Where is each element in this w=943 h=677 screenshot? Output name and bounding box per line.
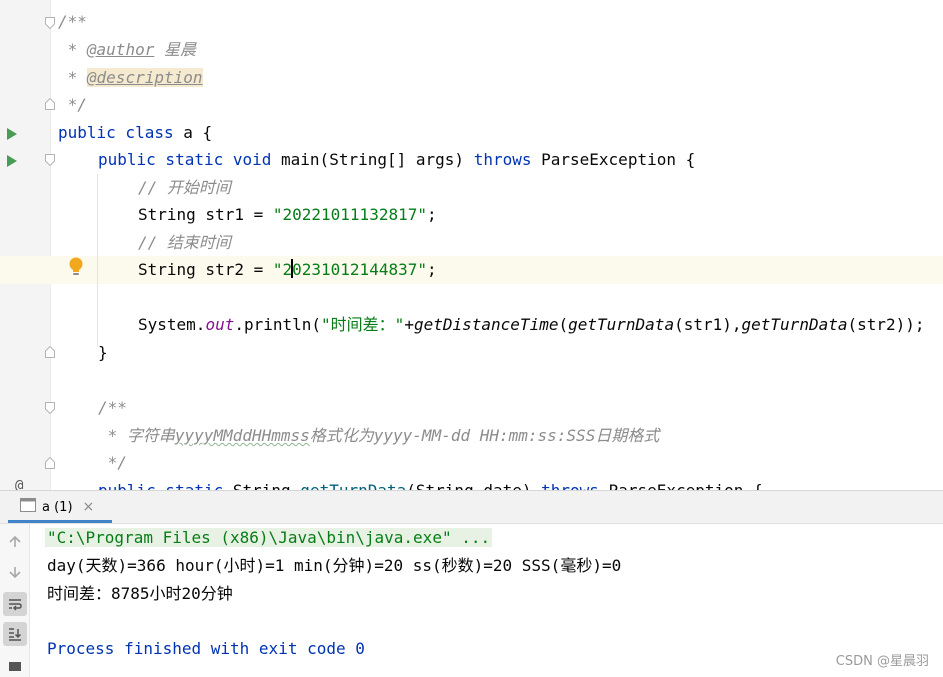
code-line: * 字符串yyyyMMddHHmmss格式化为yyyy-MM-dd HH:mm:…	[98, 426, 660, 445]
scroll-up-icon[interactable]	[3, 530, 27, 554]
run-tab[interactable]: a (1) ×	[0, 491, 104, 523]
code-line: // 开始时间	[138, 178, 231, 197]
active-tab-indicator	[8, 520, 112, 523]
code-line: System.out.println("时间差："+getDistanceTim…	[138, 315, 925, 334]
code-line: public static String getTurnData(String …	[98, 477, 763, 490]
code-line: /**	[98, 398, 127, 417]
code-line: public static void main(String[] args) t…	[98, 150, 696, 169]
print-icon[interactable]	[3, 652, 27, 676]
close-icon[interactable]: ×	[83, 499, 95, 515]
editor-gutter	[0, 0, 50, 490]
gutter-divider	[50, 0, 51, 490]
code-line: // 结束时间	[138, 233, 231, 252]
console-line: 时间差：8785小时20分钟	[47, 584, 233, 603]
watermark: CSDN @星晨羽	[835, 654, 929, 669]
console-tab-icon	[20, 498, 36, 516]
code-line: * @description	[58, 68, 203, 87]
code-line: /**	[58, 12, 87, 31]
fold-open-icon[interactable]	[45, 402, 55, 414]
code-line: */	[98, 453, 127, 472]
code-line: */	[58, 95, 87, 114]
run-tool-window: a (1) × "C:\Program Files (x86)\Java\bin…	[0, 490, 943, 677]
code-editor[interactable]: @ /** * @author 星晨 * @description */ pub…	[0, 0, 943, 490]
soft-wrap-icon[interactable]	[3, 592, 27, 616]
scroll-down-icon[interactable]	[3, 560, 27, 584]
console-exit-line: Process finished with exit code 0	[47, 639, 365, 658]
console-command-line: "C:\Program Files (x86)\Java\bin\java.ex…	[45, 528, 493, 547]
fold-close-icon[interactable]	[45, 457, 55, 469]
code-line: }	[98, 343, 108, 362]
code-line: String str1 = "20221011132817";	[138, 205, 437, 224]
run-toolbar	[0, 524, 30, 677]
fold-close-icon[interactable]	[45, 346, 55, 358]
indent-guide	[97, 174, 98, 346]
run-tab-label: a (1)	[42, 499, 73, 515]
fold-open-icon[interactable]	[45, 17, 55, 29]
code-line: * @author 星晨	[58, 40, 196, 59]
fold-open-icon[interactable]	[45, 154, 55, 166]
override-marker-icon: @	[15, 478, 24, 490]
run-tab-bar: a (1) ×	[0, 491, 943, 524]
scroll-to-end-icon[interactable]	[3, 622, 27, 646]
console-output[interactable]: "C:\Program Files (x86)\Java\bin\java.ex…	[45, 524, 943, 677]
fold-close-icon[interactable]	[45, 98, 55, 110]
run-main-icon[interactable]	[6, 153, 18, 167]
run-class-icon[interactable]	[6, 126, 18, 140]
code-line: public class a {	[58, 123, 213, 142]
lightbulb-icon[interactable]	[67, 256, 85, 278]
console-line: day(天数)=366 hour(小时)=1 min(分钟)=20 ss(秒数)…	[47, 556, 622, 575]
code-line-current: String str2 = "20231012144837";	[138, 259, 437, 279]
